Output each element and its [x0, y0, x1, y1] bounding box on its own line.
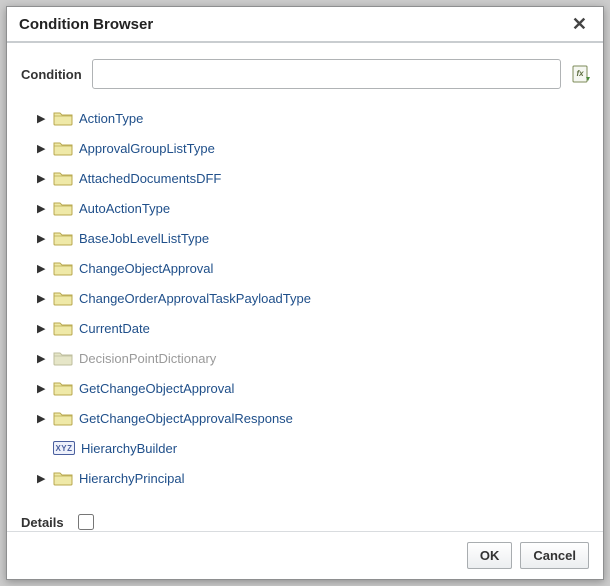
tree-item-label: CurrentDate — [79, 321, 150, 336]
expand-icon[interactable]: ▶ — [37, 322, 47, 335]
tree-item[interactable]: ▶ GetChangeObjectApprovalResponse — [37, 403, 593, 433]
expand-icon[interactable]: ▶ — [37, 382, 47, 395]
folder-icon — [53, 260, 73, 276]
tree-item[interactable]: ▶ ChangeObjectApproval — [37, 253, 593, 283]
folder-icon — [53, 230, 73, 246]
tree-item-label: ChangeOrderApprovalTaskPayloadType — [79, 291, 311, 306]
tree-item[interactable]: ▶XYZHierarchyBuilder — [37, 433, 593, 463]
folder-icon — [53, 350, 73, 366]
svg-text:fx: fx — [576, 69, 584, 78]
dialog-title: Condition Browser — [19, 16, 153, 33]
folder-icon — [53, 200, 73, 216]
folder-icon — [53, 110, 73, 126]
tree-item-label: AttachedDocumentsDFF — [79, 171, 221, 186]
expand-icon[interactable]: ▶ — [37, 142, 47, 155]
folder-icon — [53, 290, 73, 306]
folder-icon — [53, 410, 73, 426]
condition-tree: ▶ ActionType▶ ApprovalGroupListType▶ Att… — [21, 103, 593, 493]
details-row: Details — [21, 511, 593, 531]
tree-item[interactable]: ▶ ChangeOrderApprovalTaskPayloadType — [37, 283, 593, 313]
tree-item[interactable]: ▶ ApprovalGroupListType — [37, 133, 593, 163]
folder-icon — [53, 170, 73, 186]
tree-item-label: ActionType — [79, 111, 143, 126]
object-type-icon: XYZ — [53, 441, 75, 455]
condition-label: Condition — [21, 67, 82, 82]
tree-item[interactable]: ▶ HierarchyPrincipal — [37, 463, 593, 493]
tree-item[interactable]: ▶ CurrentDate — [37, 313, 593, 343]
expand-icon[interactable]: ▶ — [37, 172, 47, 185]
expand-icon[interactable]: ▶ — [37, 202, 47, 215]
tree-item-label: HierarchyBuilder — [81, 441, 177, 456]
dialog-body: Condition fx ▶ ActionType▶ ApprovalGroup… — [7, 43, 603, 531]
tree-item-label: HierarchyPrincipal — [79, 471, 184, 486]
expression-builder-icon[interactable]: fx — [571, 63, 593, 85]
expand-icon[interactable]: ▶ — [37, 292, 47, 305]
details-label: Details — [21, 515, 64, 530]
tree-item[interactable]: ▶ AutoActionType — [37, 193, 593, 223]
folder-icon — [53, 320, 73, 336]
tree-item-label: ApprovalGroupListType — [79, 141, 215, 156]
expand-icon[interactable]: ▶ — [37, 112, 47, 125]
ok-button[interactable]: OK — [467, 542, 513, 569]
dialog-footer: OK Cancel — [7, 531, 603, 579]
close-icon[interactable]: ✕ — [568, 15, 591, 33]
tree-item-label: ChangeObjectApproval — [79, 261, 213, 276]
expand-icon[interactable]: ▶ — [37, 472, 47, 485]
tree-item-label: AutoActionType — [79, 201, 170, 216]
tree-item[interactable]: ▶ DecisionPointDictionary — [37, 343, 593, 373]
expand-icon[interactable]: ▶ — [37, 412, 47, 425]
folder-icon — [53, 470, 73, 486]
details-checkbox[interactable] — [78, 514, 94, 530]
titlebar: Condition Browser ✕ — [7, 7, 603, 43]
tree-item[interactable]: ▶ GetChangeObjectApproval — [37, 373, 593, 403]
tree-item[interactable]: ▶ BaseJobLevelListType — [37, 223, 593, 253]
condition-browser-dialog: Condition Browser ✕ Condition fx ▶ Actio… — [6, 6, 604, 580]
folder-icon — [53, 140, 73, 156]
condition-row: Condition fx — [21, 59, 593, 89]
tree-item[interactable]: ▶ AttachedDocumentsDFF — [37, 163, 593, 193]
tree-item-label: DecisionPointDictionary — [79, 351, 216, 366]
expand-icon[interactable]: ▶ — [37, 262, 47, 275]
expand-icon[interactable]: ▶ — [37, 232, 47, 245]
condition-input[interactable] — [92, 59, 561, 89]
cancel-button[interactable]: Cancel — [520, 542, 589, 569]
tree-item[interactable]: ▶ ActionType — [37, 103, 593, 133]
tree-item-label: GetChangeObjectApproval — [79, 381, 234, 396]
tree-item-label: BaseJobLevelListType — [79, 231, 209, 246]
expand-icon[interactable]: ▶ — [37, 352, 47, 365]
folder-icon — [53, 380, 73, 396]
tree-item-label: GetChangeObjectApprovalResponse — [79, 411, 293, 426]
